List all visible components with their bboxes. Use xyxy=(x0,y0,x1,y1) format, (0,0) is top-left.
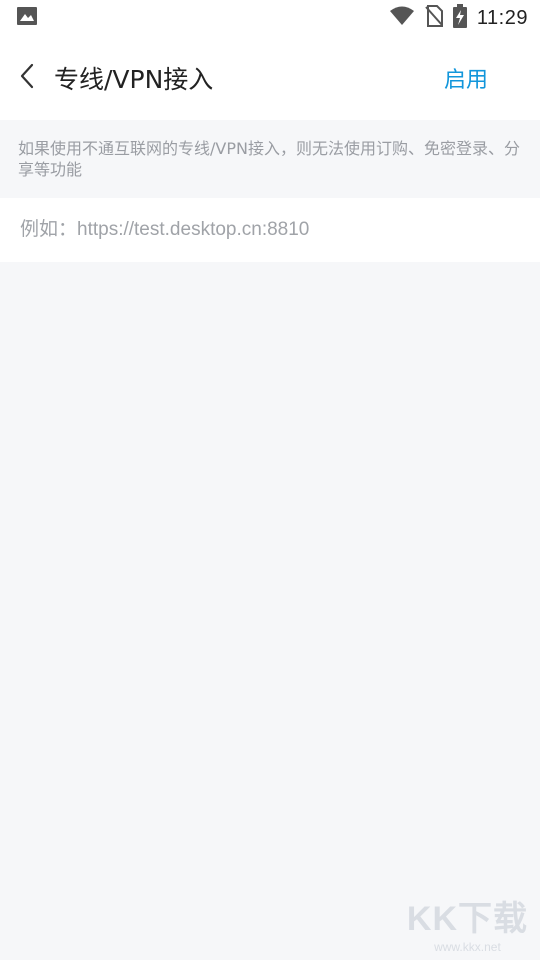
watermark: KK下载 www.kkx.net xyxy=(407,891,528,954)
no-sim-icon xyxy=(425,5,443,31)
url-input[interactable] xyxy=(18,218,522,242)
enable-button[interactable]: 启用 xyxy=(444,62,488,94)
status-bar: 11:29 xyxy=(0,0,540,36)
status-left xyxy=(16,6,38,30)
url-input-row xyxy=(0,198,540,262)
status-time: 11:29 xyxy=(476,6,528,29)
chevron-left-icon xyxy=(19,63,35,93)
notice-text: 如果使用不通互联网的专线/VPN接入，则无法使用订购、免密登录、分享等功能 xyxy=(0,120,540,198)
page-title: 专线/VPN接入 xyxy=(54,65,214,94)
watermark-logo: KK下载 xyxy=(406,900,528,938)
image-icon xyxy=(16,6,38,30)
wifi-icon xyxy=(389,6,415,30)
header: 专线/VPN接入 启用 xyxy=(0,36,540,120)
back-button[interactable] xyxy=(12,58,42,98)
status-right: 11:29 xyxy=(389,4,528,32)
watermark-url: www.kkx.net xyxy=(434,940,501,954)
battery-charging-icon xyxy=(452,4,467,32)
